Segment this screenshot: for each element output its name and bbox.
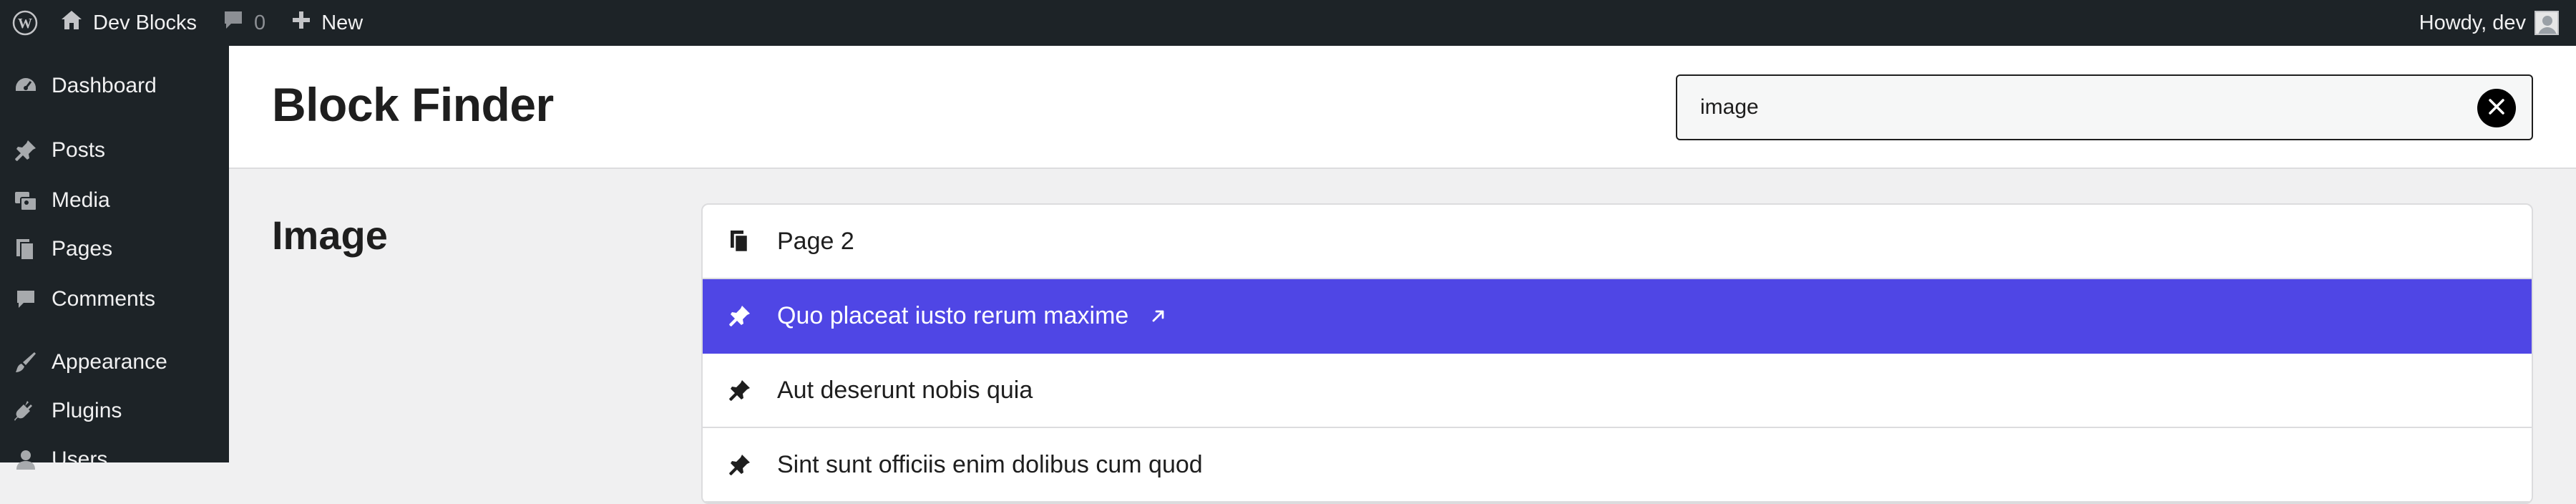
sidebar-item-pages[interactable]: Pages bbox=[0, 228, 229, 271]
result-item[interactable]: Aut deserunt nobis quia bbox=[703, 354, 2532, 428]
pages-icon bbox=[0, 238, 52, 261]
sidebar-item-label: Users bbox=[52, 447, 108, 471]
result-label: Aut deserunt nobis quia bbox=[777, 376, 1033, 404]
admin-bar: W Dev Blocks 0 New Howdy, dev bbox=[0, 0, 2576, 46]
pin-icon bbox=[0, 139, 52, 162]
admin-sidebar: Dashboard Posts Media Pages Comments App… bbox=[0, 46, 229, 471]
sidebar-item-label: Dashboard bbox=[52, 74, 157, 97]
page-icon bbox=[703, 229, 777, 253]
comments-count: 0 bbox=[254, 11, 266, 34]
pin-icon bbox=[703, 453, 777, 476]
sidebar-item-posts[interactable]: Posts bbox=[0, 129, 229, 172]
dashboard-icon bbox=[0, 75, 52, 97]
svg-text:W: W bbox=[18, 16, 32, 32]
section-heading: Image bbox=[272, 213, 388, 258]
sidebar-item-label: Pages bbox=[52, 237, 113, 261]
search-box bbox=[1676, 74, 2533, 140]
pin-icon bbox=[703, 304, 777, 327]
sidebar-item-label: Posts bbox=[52, 138, 106, 162]
sidebar-item-dashboard[interactable]: Dashboard bbox=[0, 64, 229, 107]
result-label: Page 2 bbox=[777, 227, 854, 255]
result-label: Sint sunt officiis enim dolibus cum quod bbox=[777, 450, 1203, 478]
result-item[interactable]: Page 2 bbox=[703, 205, 2532, 279]
my-account-link[interactable]: Howdy, dev bbox=[2419, 0, 2559, 46]
sidebar-item-label: Appearance bbox=[52, 350, 167, 374]
search-input[interactable] bbox=[1699, 86, 2414, 129]
sidebar-item-label: Comments bbox=[52, 287, 156, 311]
sidebar-item-comments[interactable]: Comments bbox=[0, 278, 229, 321]
plugin-icon bbox=[0, 399, 52, 422]
result-label: Quo placeat iusto rerum maxime bbox=[777, 301, 1129, 329]
result-item-active[interactable]: Quo placeat iusto rerum maxime bbox=[703, 279, 2532, 354]
comment-icon bbox=[0, 289, 52, 310]
page-title: Block Finder bbox=[272, 78, 554, 131]
wordpress-logo-icon[interactable]: W bbox=[0, 0, 50, 46]
plus-icon bbox=[291, 10, 311, 36]
sidebar-item-users[interactable]: Users bbox=[0, 438, 229, 481]
close-icon bbox=[2487, 97, 2506, 120]
media-icon bbox=[0, 189, 52, 212]
new-label: New bbox=[321, 11, 364, 34]
home-icon bbox=[60, 9, 83, 37]
clear-search-button[interactable] bbox=[2477, 89, 2516, 127]
comments-link[interactable]: 0 bbox=[223, 0, 265, 46]
sidebar-item-plugins[interactable]: Plugins bbox=[0, 389, 229, 432]
sidebar-item-media[interactable]: Media bbox=[0, 179, 229, 222]
result-item[interactable]: Sint sunt officiis enim dolibus cum quod bbox=[703, 428, 2532, 503]
pin-icon bbox=[703, 379, 777, 402]
sidebar-item-label: Media bbox=[52, 188, 110, 212]
external-link-icon[interactable] bbox=[1150, 307, 1167, 324]
brush-icon bbox=[0, 351, 52, 374]
sidebar-item-appearance[interactable]: Appearance bbox=[0, 341, 229, 384]
howdy-label: Howdy, dev bbox=[2419, 11, 2526, 34]
page-header: Block Finder bbox=[229, 46, 2576, 169]
results-list: Page 2 Quo placeat iusto rerum maxime Au… bbox=[701, 203, 2533, 504]
new-content-link[interactable]: New bbox=[291, 0, 363, 46]
avatar bbox=[2534, 11, 2559, 35]
sidebar-item-label: Plugins bbox=[52, 399, 122, 422]
site-name-link[interactable]: Dev Blocks bbox=[60, 0, 197, 46]
site-name-label: Dev Blocks bbox=[93, 11, 197, 34]
comment-icon bbox=[223, 9, 244, 37]
users-icon bbox=[0, 448, 52, 471]
